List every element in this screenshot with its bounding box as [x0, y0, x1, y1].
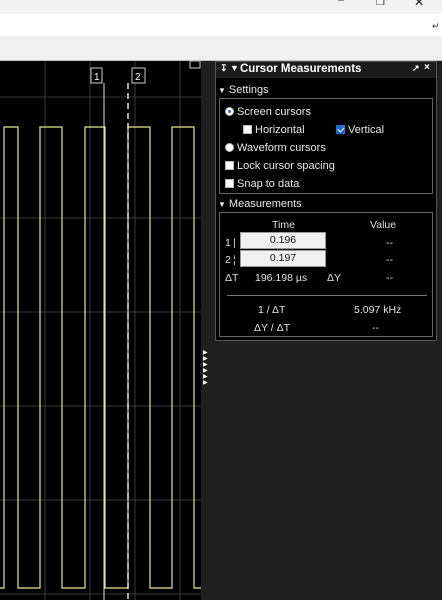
signal-trace — [0, 126, 201, 589]
horizontal-label: Horizontal — [255, 124, 305, 136]
cursor-2-row-marker: ¦ — [233, 254, 236, 266]
vertical-checkbox[interactable] — [336, 125, 345, 134]
restore-icon[interactable]: ❐ — [376, 0, 385, 8]
vertical-label: Vertical — [348, 124, 385, 136]
screen-cursors-radio[interactable] — [225, 107, 234, 116]
measurements-collapse-icon: ▼ — [218, 200, 226, 209]
grid-lines — [0, 61, 201, 600]
cursor-1-label: 1 — [94, 72, 100, 83]
lock-cursor-spacing-checkbox[interactable] — [225, 161, 234, 170]
screen-cursors-option[interactable]: Screen cursors — [225, 106, 311, 118]
pin-icon[interactable]: ↧ — [220, 63, 228, 74]
delta-y-label: ΔY — [327, 272, 342, 284]
panel-title: Cursor Measurements — [240, 63, 362, 75]
cursor-1-value: -- — [386, 237, 393, 249]
close-panel-icon[interactable]: × — [424, 62, 430, 73]
minimize-icon[interactable]: – — [338, 0, 348, 6]
dy-dt-label: ΔY / ΔT — [254, 322, 291, 334]
settings-collapse-icon: ▼ — [218, 86, 226, 95]
scope-display[interactable]: 1 2 — [0, 61, 201, 600]
close-icon[interactable]: ✕ — [414, 0, 424, 9]
cursor-1-row-marker: | — [233, 237, 236, 249]
waveform-cursors-radio[interactable] — [225, 143, 234, 152]
panel-title-bar: ↧ ▼ Cursor Measurements ↗ × — [216, 62, 436, 78]
horizontal-checkbox[interactable] — [243, 125, 252, 134]
lock-cursor-spacing-label: Lock cursor spacing — [237, 160, 335, 172]
undock-icon[interactable]: ↗ — [412, 63, 420, 74]
vertical-option[interactable]: Vertical — [336, 124, 384, 136]
cursor-measurements-panel: ↧ ▼ Cursor Measurements ↗ × ▼ Settings Sc… — [215, 61, 437, 341]
panel-splitter[interactable]: ▶ ▶ ▶ ▶ ▶ ▶ — [203, 350, 211, 386]
toolbar — [0, 36, 442, 61]
waveform-cursors-label: Waveform cursors — [237, 142, 326, 154]
cursor-2-time-field[interactable]: 0.197 — [240, 250, 326, 267]
snap-to-data-checkbox[interactable] — [225, 179, 234, 188]
cursor-2-row-label: 2 — [225, 254, 231, 266]
horizontal-option[interactable]: Horizontal — [243, 124, 305, 136]
delta-t-label: ΔT — [225, 272, 239, 284]
cursor-2-label: 2 — [135, 72, 141, 83]
measurements-divider — [227, 295, 427, 296]
settings-header[interactable]: ▼ Settings — [218, 84, 269, 96]
waveform-cursors-option[interactable]: Waveform cursors — [225, 142, 326, 154]
ribbon-area: ↵ — [0, 14, 442, 36]
time-column-header: Time — [272, 219, 295, 231]
delta-y-value: -- — [386, 272, 393, 284]
title-bar: – ❐ ✕ — [0, 0, 442, 14]
measurements-header-label: Measurements — [228, 198, 302, 210]
dy-dt-value: -- — [372, 322, 379, 334]
cursor-2-value: -- — [386, 254, 393, 266]
settings-header-label: Settings — [228, 84, 269, 96]
cursor-1-row-label: 1 — [225, 237, 231, 249]
value-column-header: Value — [370, 219, 397, 231]
delta-t-value: 196.198 µs — [255, 272, 308, 284]
snap-to-data-label: Snap to data — [237, 178, 300, 190]
lock-cursor-spacing-option[interactable]: Lock cursor spacing — [225, 160, 335, 172]
expand-ribbon-icon[interactable]: ↵ — [432, 21, 440, 32]
snap-to-data-option[interactable]: Snap to data — [225, 178, 299, 190]
collapse-panel-icon[interactable]: ▼ — [230, 63, 239, 73]
measurements-group — [219, 212, 433, 337]
cursor-1-time-field[interactable]: 0.196 — [240, 232, 326, 249]
maximize-axes-icon[interactable] — [189, 61, 201, 69]
measurements-header[interactable]: ▼ Measurements — [218, 198, 302, 210]
inverse-delta-t-label: 1 / ΔT — [258, 304, 286, 316]
screen-cursors-label: Screen cursors — [237, 106, 311, 118]
scope-plot[interactable]: 1 2 — [0, 61, 201, 600]
inverse-delta-t-value: 5.097 kHz — [354, 304, 402, 316]
